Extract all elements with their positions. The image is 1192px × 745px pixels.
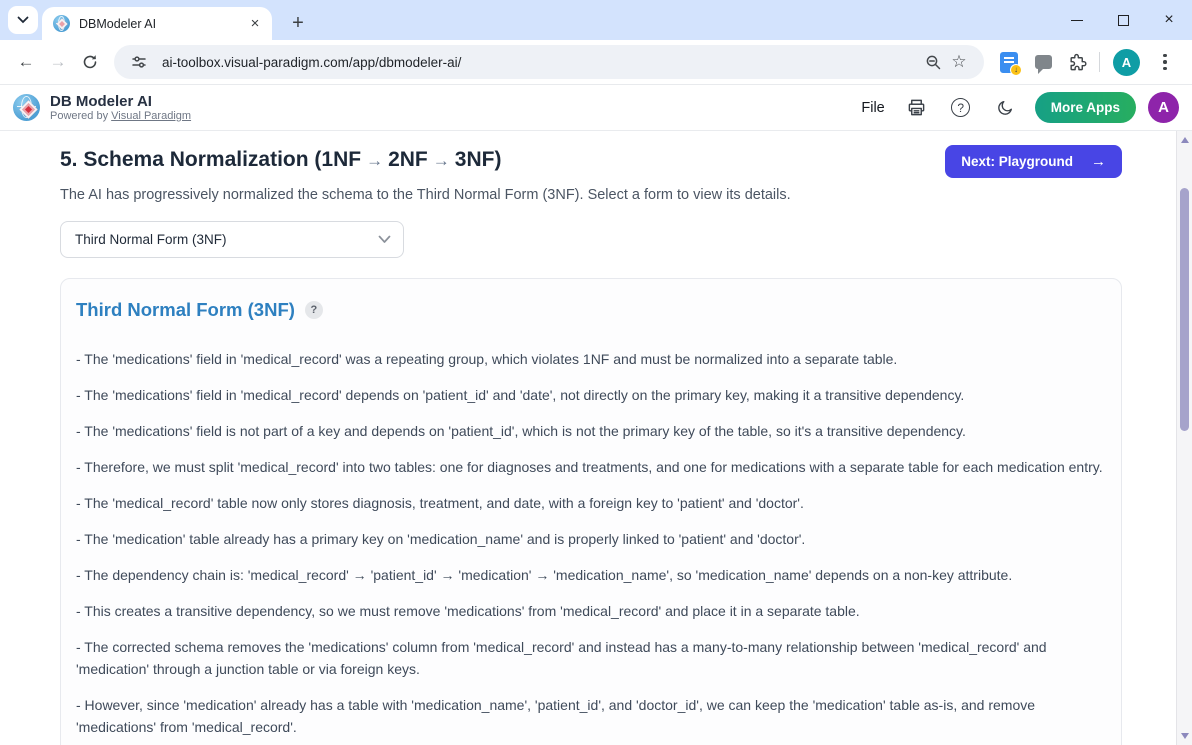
normalization-point: - However, since 'medication' already ha… bbox=[76, 694, 1105, 738]
reload-icon bbox=[82, 54, 98, 70]
app-name: DB Modeler AI bbox=[50, 93, 191, 110]
address-bar[interactable]: ai-toolbox.visual-paradigm.com/app/dbmod… bbox=[114, 45, 984, 79]
main-content: 5. Schema Normalization (1NF→2NF→3NF) Ne… bbox=[0, 131, 1192, 745]
tab-close-icon[interactable]: × bbox=[246, 15, 264, 33]
card-title: Third Normal Form (3NF) bbox=[76, 299, 295, 321]
site-info-button[interactable] bbox=[126, 49, 152, 75]
zoom-icon bbox=[925, 54, 942, 71]
forward-button[interactable]: → bbox=[42, 46, 74, 78]
browser-toolbar: ← → ai-toolbox.visual-paradigm.com/app/d… bbox=[0, 40, 1192, 85]
feedback-button[interactable] bbox=[1026, 46, 1060, 78]
site-info-icon bbox=[131, 54, 147, 70]
card-title-row: Third Normal Form (3NF) ? bbox=[76, 299, 1105, 321]
normalization-point: - The 'medication' table already has a p… bbox=[76, 528, 1105, 550]
page-scrollbar[interactable] bbox=[1176, 131, 1192, 745]
bookmark-star-icon[interactable]: ☆ bbox=[946, 49, 972, 75]
more-apps-button[interactable]: More Apps bbox=[1035, 92, 1136, 123]
new-tab-button[interactable]: + bbox=[284, 9, 312, 37]
scrollbar-up-icon[interactable] bbox=[1181, 137, 1189, 143]
normalization-point: - The 'medical_record' table now only st… bbox=[76, 492, 1105, 514]
powered-by: Powered by Visual Paradigm bbox=[50, 110, 191, 123]
window-minimize-button[interactable] bbox=[1054, 0, 1100, 40]
normalization-point: - The 'medications' field in 'medical_re… bbox=[76, 384, 1105, 406]
dropdown-value: Third Normal Form (3NF) bbox=[75, 232, 227, 247]
feedback-icon bbox=[1035, 55, 1052, 69]
help-button[interactable]: ? bbox=[939, 92, 983, 124]
window-controls: × bbox=[1054, 0, 1192, 40]
tab-title: DBModeler AI bbox=[79, 17, 246, 31]
window-maximize-icon bbox=[1118, 15, 1129, 26]
page-title: 5. Schema Normalization (1NF→2NF→3NF) bbox=[60, 144, 501, 176]
favicon bbox=[53, 15, 70, 32]
window-titlebar: DBModeler AI × + × bbox=[0, 0, 1192, 40]
card-help-icon[interactable]: ? bbox=[305, 301, 323, 319]
normalization-points: - The 'medications' field in 'medical_re… bbox=[76, 348, 1105, 738]
print-icon bbox=[907, 98, 926, 117]
tab-search-icon bbox=[17, 16, 29, 24]
app-header: DB Modeler AI Powered by Visual Paradigm… bbox=[0, 85, 1192, 131]
scrollbar-down-icon[interactable] bbox=[1181, 733, 1189, 739]
normalization-point: - The 'medications' field in 'medical_re… bbox=[76, 348, 1105, 370]
normalization-point: - The corrected schema removes the 'medi… bbox=[76, 636, 1105, 680]
reading-list-button[interactable]: ↓ bbox=[992, 46, 1026, 78]
window-minimize-icon bbox=[1071, 20, 1083, 21]
browser-menu-button[interactable] bbox=[1148, 46, 1182, 78]
dark-mode-button[interactable] bbox=[983, 92, 1027, 124]
nf-arrow-icon: → bbox=[361, 151, 388, 170]
app-title-block: DB Modeler AI Powered by Visual Paradigm bbox=[50, 93, 191, 123]
file-menu[interactable]: File bbox=[851, 94, 894, 122]
scrollbar-thumb[interactable] bbox=[1180, 188, 1189, 431]
app-header-actions: File ? More Apps A bbox=[851, 92, 1179, 124]
normal-form-card: Third Normal Form (3NF) ? - The 'medicat… bbox=[60, 278, 1122, 745]
print-button[interactable] bbox=[895, 92, 939, 124]
normalization-point: - This creates a transitive dependency, … bbox=[76, 600, 1105, 622]
browser-menu-icon bbox=[1163, 54, 1167, 71]
window-close-button[interactable]: × bbox=[1146, 0, 1192, 40]
window-close-icon: × bbox=[1164, 12, 1173, 28]
right-arrow-icon: → bbox=[1091, 153, 1106, 170]
browser-tab[interactable]: DBModeler AI × bbox=[42, 7, 272, 40]
tab-search-button[interactable] bbox=[8, 6, 38, 34]
app-logo bbox=[13, 94, 41, 122]
extensions-button[interactable] bbox=[1060, 46, 1094, 78]
normalization-point: - The dependency chain is: 'medical_reco… bbox=[76, 564, 1105, 586]
app-user-avatar[interactable]: A bbox=[1148, 92, 1179, 123]
url-text: ai-toolbox.visual-paradigm.com/app/dbmod… bbox=[162, 55, 920, 70]
browser-profile-avatar[interactable]: A bbox=[1113, 49, 1140, 76]
page-subtitle: The AI has progressively normalized the … bbox=[60, 187, 1122, 203]
zoom-button[interactable] bbox=[920, 49, 946, 75]
extensions-icon bbox=[1068, 53, 1087, 72]
back-button[interactable]: ← bbox=[10, 46, 42, 78]
help-icon: ? bbox=[951, 98, 970, 117]
normalization-point: - The 'medications' field is not part of… bbox=[76, 420, 1105, 442]
reading-list-icon: ↓ bbox=[1000, 52, 1018, 73]
normalization-point: - Therefore, we must split 'medical_reco… bbox=[76, 456, 1105, 478]
toolbar-divider bbox=[1099, 52, 1100, 72]
normal-form-dropdown[interactable]: Third Normal Form (3NF) bbox=[60, 221, 404, 258]
window-maximize-button[interactable] bbox=[1100, 0, 1146, 40]
reload-button[interactable] bbox=[74, 46, 106, 78]
visual-paradigm-link[interactable]: Visual Paradigm bbox=[111, 110, 191, 122]
page-title-row: 5. Schema Normalization (1NF→2NF→3NF) Ne… bbox=[60, 144, 1122, 178]
nf-arrow-icon: → bbox=[428, 151, 455, 170]
chevron-down-icon bbox=[378, 235, 391, 244]
dark-mode-icon bbox=[996, 99, 1014, 117]
next-playground-button[interactable]: Next: Playground → bbox=[945, 145, 1122, 178]
